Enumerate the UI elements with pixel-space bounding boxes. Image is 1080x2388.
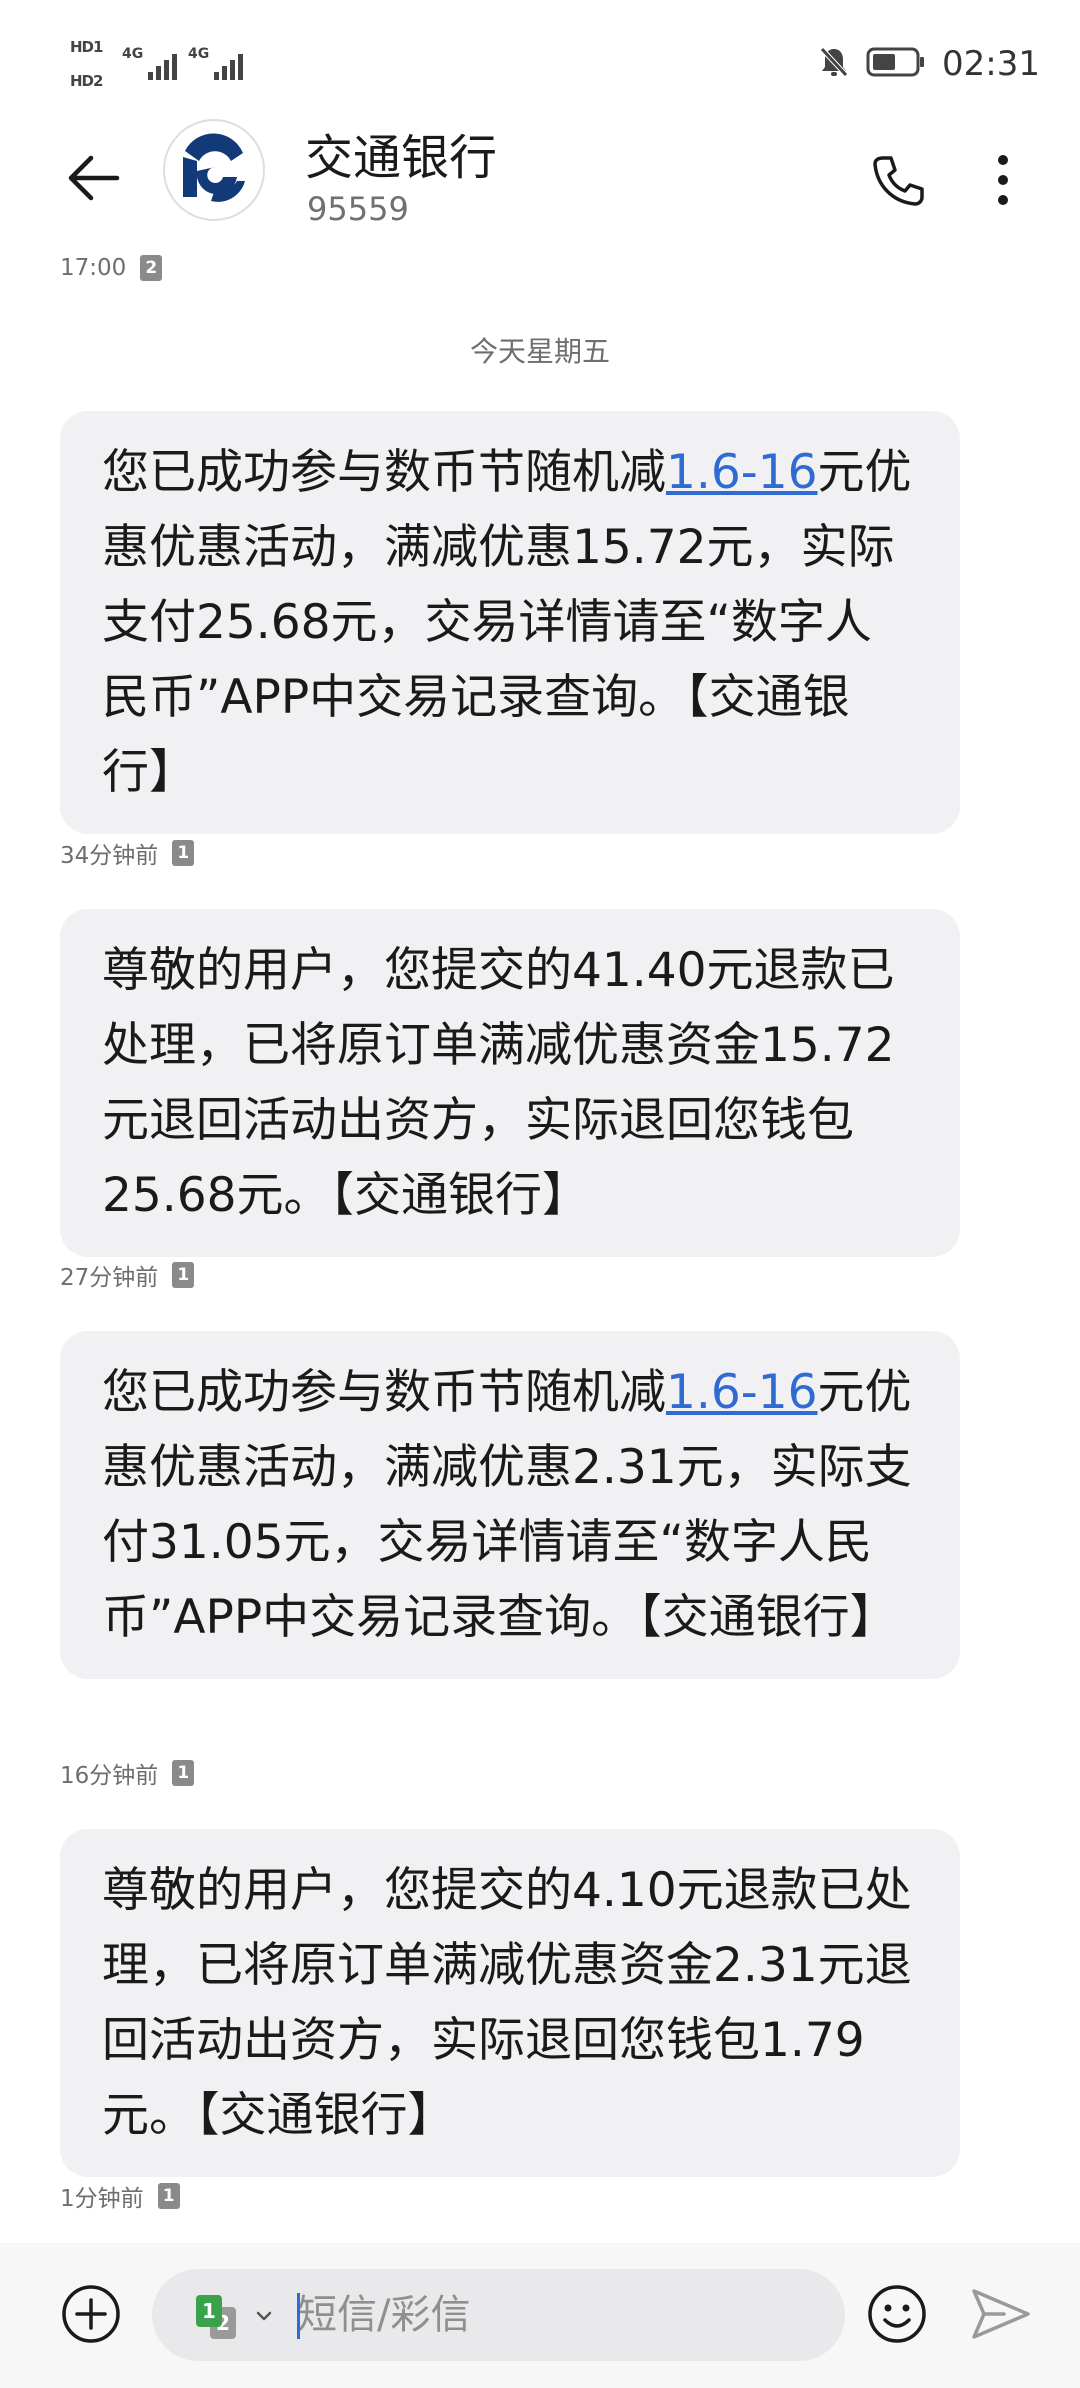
message-time: 17:00 [60,255,127,281]
contact-name: 交通银行 [305,130,498,186]
avatar[interactable] [163,119,265,221]
sim-primary-badge: 1 [196,2295,222,2327]
attach-button[interactable] [60,2283,122,2345]
emoji-icon [868,2285,926,2343]
battery-icon [866,46,926,82]
hd2-badge: HD2 [70,72,103,90]
status-bar: HD1 HD2 4G 4G 02:31 [0,0,1080,110]
message-input[interactable] [297,2283,817,2347]
bank-logo-icon [183,133,245,202]
sim-indicator: 1 [172,1760,195,1786]
message-text: 您已成功参与数币节随机减 [102,445,666,500]
network-type-2: 4G [188,46,210,62]
network-type-1: 4G [122,46,144,62]
message-text: 尊敬的用户，您提交的41.40元退款已处理，已将原订单满减优惠资金15.72元退… [102,943,895,1223]
sim-switch-button[interactable]: 2 1 [196,2291,276,2341]
sim-indicator: 1 [172,1262,195,1288]
message-bubble-1[interactable]: 您已成功参与数币节随机减1.6-16元优惠优惠活动，满减优惠15.72元，实际支… [60,411,960,834]
send-button[interactable] [968,2283,1034,2345]
phone-icon [873,156,924,206]
signal-strength-1-icon [148,52,177,80]
call-button[interactable] [862,140,932,220]
plus-circle-icon [62,2285,120,2343]
back-arrow-icon [68,155,120,201]
status-time: 02:31 [942,44,1040,84]
status-right: 02:31 [818,44,1040,84]
day-separator: 今天星期五 [469,335,610,368]
sim-indicator: 2 [140,255,163,281]
message-time: 16分钟前 [60,1763,159,1789]
more-vertical-icon [998,155,1008,205]
message-meta-1: 34分钟前 1 [60,836,195,870]
chevron-down-icon [256,2311,272,2321]
conversation-header: 交通银行 95559 [0,110,1080,260]
text-cursor [297,2293,300,2339]
message-meta-2: 27分钟前 1 [60,1258,195,1292]
message-text: 您已成功参与数币节随机减 [102,1365,666,1420]
sim-indicator: 1 [172,840,195,866]
contact-number: 95559 [307,190,409,228]
message-input-container[interactable]: 2 1 [152,2269,845,2361]
message-bubble-3[interactable]: 您已成功参与数币节随机减1.6-16元优惠优惠活动，满减优惠2.31元，实际支付… [60,1331,960,1679]
message-text: 尊敬的用户，您提交的4.10元退款已处理，已将原订单满减优惠资金2.31元退回活… [102,1863,912,2143]
message-meta-4: 1分钟前 1 [60,2179,180,2213]
send-icon [972,2289,1030,2339]
message-link[interactable]: 1.6-16 [666,1365,818,1420]
previous-message-meta: 17:00 2 [60,255,163,281]
message-time: 27分钟前 [60,1265,159,1291]
message-link[interactable]: 1.6-16 [666,445,818,500]
bell-off-icon [818,45,850,83]
more-options-button[interactable] [968,140,1038,220]
message-meta-3: 16分钟前 1 [60,1756,195,1790]
back-button[interactable] [58,138,128,218]
message-bubble-2[interactable]: 尊敬的用户，您提交的41.40元退款已处理，已将原订单满减优惠资金15.72元退… [60,909,960,1257]
message-time: 34分钟前 [60,843,159,869]
hd1-badge: HD1 [70,38,103,56]
sim-indicator: 1 [157,2183,180,2209]
message-bubble-4[interactable]: 尊敬的用户，您提交的4.10元退款已处理，已将原订单满减优惠资金2.31元退回活… [60,1829,960,2177]
message-time: 1分钟前 [60,2186,144,2212]
signal-strength-2-icon [214,52,243,80]
message-composer: 2 1 [0,2243,1080,2388]
emoji-button[interactable] [866,2283,928,2345]
